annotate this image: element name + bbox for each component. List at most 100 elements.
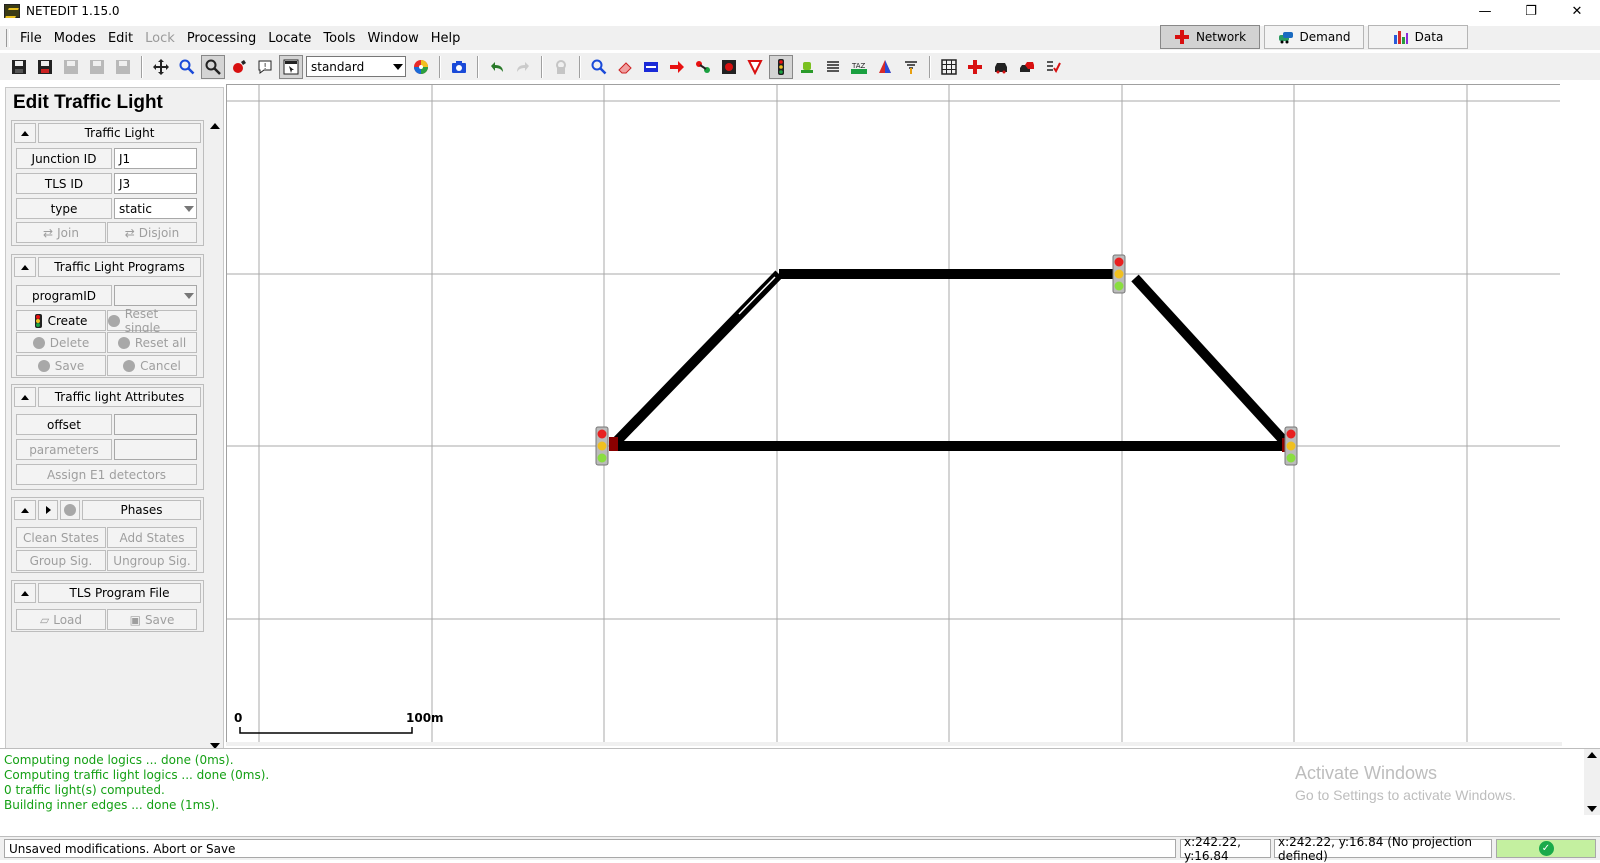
create-edge-icon[interactable] [665,55,689,79]
junction-id-label: Junction ID [16,148,112,169]
delete-mode-icon[interactable] [227,55,251,79]
prohibition-sign-icon[interactable] [899,55,923,79]
join-button[interactable]: ⇄ Join [16,222,106,243]
create-label: Create [47,313,88,328]
screenshot-icon[interactable] [447,55,471,79]
traffic-light-top-icon[interactable] [1112,254,1126,294]
collapse-traffic-light-button[interactable] [14,123,36,143]
menu-modes[interactable]: Modes [48,31,102,46]
save-program-file-button[interactable]: ▣ Save [107,609,197,630]
inspect-mode-icon[interactable] [201,54,225,79]
merge-vehicles-icon[interactable] [1015,55,1039,79]
collapse-attributes-button[interactable] [14,387,36,407]
tooltip-icon[interactable]: ! [253,55,277,79]
menu-icon[interactable] [279,54,303,79]
clean-states-button[interactable]: Clean States [16,527,106,548]
undo-icon[interactable] [485,55,509,79]
group-signals-button[interactable]: Group Sig. [16,550,106,571]
taz-mode-icon[interactable]: TAZ [847,55,871,79]
delete-program-button[interactable]: Delete [16,332,106,353]
checklist-icon[interactable] [1041,55,1065,79]
lock-icon[interactable] [549,55,573,79]
traffic-light-left-icon[interactable] [595,426,609,466]
parameters-field[interactable] [114,439,197,460]
offset-label: offset [16,414,112,435]
junction-left-marker[interactable] [609,437,618,451]
menu-processing[interactable]: Processing [181,31,262,46]
crossing-mode-icon[interactable] [743,55,767,79]
load-program-button[interactable]: ▱ Load [16,609,106,630]
demand-mode-button[interactable]: Demand [1264,25,1364,49]
parameters-button[interactable]: parameters [16,439,112,460]
create-program-button[interactable]: Create [16,310,106,331]
menu-file[interactable]: File [14,31,48,46]
edge-right-diagonal [1131,274,1289,446]
reset-phases-button[interactable] [60,500,80,520]
collapse-phases-button[interactable] [14,500,36,520]
grid-toggle-icon[interactable] [937,55,961,79]
canvas-vertical-scrollbar[interactable] [1560,84,1566,742]
color-scheme-select[interactable]: standard [306,56,406,77]
network-canvas[interactable]: 0 100m [226,84,1563,743]
collapse-program-file-button[interactable] [14,583,36,603]
move-mode-icon[interactable] [149,55,173,79]
prohibition-mode-icon[interactable] [717,55,741,79]
scroll-down-icon[interactable] [1587,806,1597,812]
inspect-magnifier-icon[interactable] [587,55,611,79]
side-scrollbar[interactable] [207,118,223,754]
expand-phases-button[interactable] [38,500,58,520]
main-toolbar: ! standard TAZ [0,53,1600,80]
network-view[interactable]: 0 100m [227,85,1563,743]
menu-window[interactable]: Window [361,31,424,46]
console-scrollbar[interactable] [1584,749,1600,815]
assign-e1-detectors-button[interactable]: Assign E1 detectors [16,464,197,485]
junction-shape-icon[interactable] [963,55,987,79]
polygon-mode-icon[interactable] [873,55,897,79]
canvas-horizontal-scrollbar[interactable] [226,742,1562,746]
save-network-as-icon[interactable] [33,55,57,79]
network-mode-button[interactable]: Network [1160,25,1260,49]
add-states-button[interactable]: Add States [107,527,197,548]
cancel-program-button[interactable]: Cancel [107,355,197,376]
reset-all-button[interactable]: Reset all [107,332,197,353]
network-edges[interactable] [611,269,1289,451]
wire-mode-icon[interactable] [821,55,845,79]
menu-lock[interactable]: Lock [139,31,181,46]
redo-icon[interactable] [511,55,535,79]
menu-tools[interactable]: Tools [317,31,361,46]
ungroup-signals-button[interactable]: Ungroup Sig. [107,550,197,571]
minimize-button[interactable]: — [1462,0,1508,22]
menu-edit[interactable]: Edit [102,31,139,46]
type-select[interactable]: static [114,198,197,219]
color-wheel-icon[interactable] [409,55,433,79]
data-mode-button[interactable]: Data [1368,25,1468,49]
menubar-grip[interactable] [6,29,10,47]
junction-id-field[interactable]: J1 [114,148,197,169]
save-demand-icon[interactable] [85,55,109,79]
tls-id-field[interactable]: J3 [114,173,197,194]
message-console[interactable]: Computing node logics ... done (0ms). Co… [0,748,1600,815]
program-id-select[interactable] [114,285,197,306]
scroll-up-icon[interactable] [1587,752,1597,758]
connection-mode-icon[interactable] [691,55,715,79]
zoom-mode-icon[interactable] [175,55,199,79]
restore-button[interactable]: ❐ [1508,0,1554,22]
save-data-icon[interactable] [111,55,135,79]
save-additionals-icon[interactable] [59,55,83,79]
menu-help[interactable]: Help [425,31,467,46]
vehicles-icon[interactable] [989,55,1013,79]
disjoin-button[interactable]: ⇄ Disjoin [107,222,197,243]
eraser-icon[interactable] [613,55,637,79]
traffic-light-right-icon[interactable] [1284,426,1298,466]
close-button[interactable]: ✕ [1554,0,1600,22]
save-network-icon[interactable] [7,55,31,79]
additional-mode-icon[interactable] [795,55,819,79]
offset-field[interactable] [114,414,197,435]
save-program-button[interactable]: Save [16,355,106,376]
reset-single-button[interactable]: Reset single [107,307,197,335]
select-mode-icon[interactable] [639,55,663,79]
collapse-programs-button[interactable] [14,257,36,277]
menu-locate[interactable]: Locate [262,31,317,46]
scroll-up-icon[interactable] [210,123,220,129]
traffic-light-mode-icon[interactable] [769,54,793,79]
